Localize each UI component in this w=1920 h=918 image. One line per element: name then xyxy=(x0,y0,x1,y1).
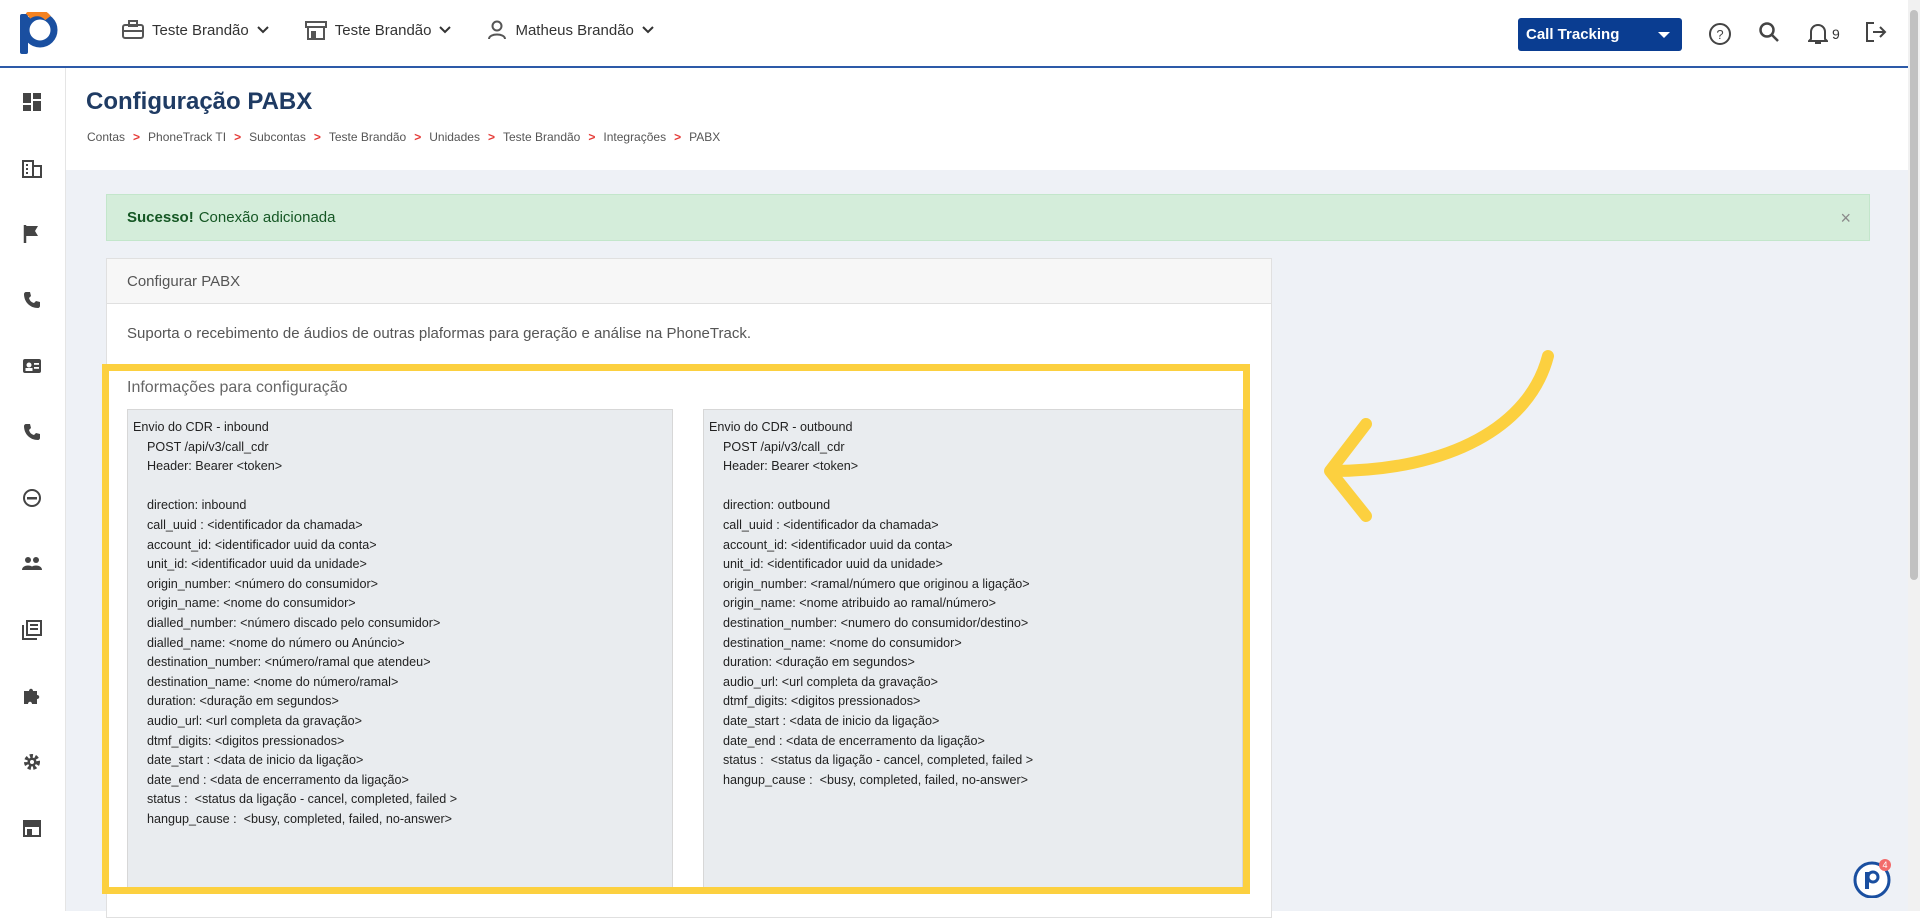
account-selector-label: Teste Brandão xyxy=(152,21,249,39)
chat-icon[interactable] xyxy=(22,488,42,508)
sidebar xyxy=(0,68,66,911)
outbound-config-textarea[interactable]: Envio do CDR - outbound POST /api/v3/cal… xyxy=(703,409,1243,894)
inbound-config-textarea[interactable]: Envio do CDR - inbound POST /api/v3/call… xyxy=(127,409,673,894)
people-icon[interactable] xyxy=(22,554,42,574)
store-icon[interactable] xyxy=(22,818,42,838)
breadcrumb-item-contas[interactable]: Contas xyxy=(87,130,125,144)
user-icon xyxy=(488,20,507,40)
phone-icon[interactable] xyxy=(22,290,42,310)
user-menu[interactable]: Matheus Brandão xyxy=(487,20,654,40)
scrollbar-thumb[interactable] xyxy=(1910,10,1918,580)
annotation-arrow-icon xyxy=(1324,350,1554,522)
chevron-down-icon xyxy=(257,26,269,34)
breadcrumb-item-integracoes[interactable]: Integrações xyxy=(603,130,666,144)
unit-selector[interactable]: Teste Brandão xyxy=(304,20,452,40)
phonetrack-logo[interactable] xyxy=(18,12,58,56)
alert-message: Conexão adicionada xyxy=(198,209,336,226)
pabx-config-card: Configurar PABX Suporta o recebimento de… xyxy=(106,258,1272,918)
gear-icon[interactable] xyxy=(22,752,42,772)
caret-down-icon xyxy=(1658,32,1670,38)
help-badge-count: 4 xyxy=(1882,860,1887,870)
product-select[interactable]: Call Tracking xyxy=(1518,18,1682,51)
chevron-down-icon xyxy=(642,26,654,34)
card-header: Configurar PABX xyxy=(107,259,1271,304)
user-menu-label: Matheus Brandão xyxy=(515,21,634,39)
briefcase-icon xyxy=(122,20,144,39)
breadcrumb-item-subcontas[interactable]: Subcontas xyxy=(249,130,306,144)
close-icon[interactable]: × xyxy=(1840,208,1851,229)
phone-icon[interactable] xyxy=(22,422,42,442)
info-section-title: Informações para configuração xyxy=(127,379,348,396)
breadcrumb-separator: > xyxy=(414,130,422,144)
breadcrumb-separator: > xyxy=(588,130,596,144)
unit-selector-label: Teste Brandão xyxy=(334,21,432,39)
breadcrumb-separator: > xyxy=(313,130,321,144)
breadcrumb-item-unidades[interactable]: Unidades xyxy=(429,130,480,144)
puzzle-icon[interactable] xyxy=(22,686,42,706)
breadcrumb-item-subaccount[interactable]: Teste Brandão xyxy=(329,130,406,144)
library-icon[interactable] xyxy=(22,620,42,640)
product-select-label: Call Tracking xyxy=(1526,26,1620,43)
notification-count: 9 xyxy=(1832,26,1840,42)
breadcrumb-separator: > xyxy=(487,130,495,144)
contact-card-icon[interactable] xyxy=(22,356,42,376)
search-icon[interactable] xyxy=(1758,21,1780,43)
breadcrumb-separator: > xyxy=(234,130,242,144)
breadcrumb-item-unit[interactable]: Teste Brandão xyxy=(503,130,580,144)
alert-strong: Sucesso! xyxy=(127,209,194,226)
bell-icon[interactable] xyxy=(1808,23,1828,45)
svg-text:?: ? xyxy=(1716,27,1723,42)
flag-icon[interactable] xyxy=(22,224,42,244)
main-content: Sucesso! Conexão adicionada × Configurar… xyxy=(66,170,1908,918)
success-alert: Sucesso! Conexão adicionada × xyxy=(106,194,1870,241)
page-scrollbar[interactable] xyxy=(1908,0,1920,911)
breadcrumb-item-phonetrack[interactable]: PhoneTrack TI xyxy=(148,130,226,144)
breadcrumb-item-pabx: PABX xyxy=(689,130,721,144)
help-chat-button[interactable]: 4 xyxy=(1852,858,1892,898)
breadcrumb: Contas > PhoneTrack TI > Subcontas > Tes… xyxy=(87,130,720,144)
breadcrumb-separator: > xyxy=(133,130,141,144)
dashboard-icon[interactable] xyxy=(22,92,42,112)
page-title: Configuração PABX xyxy=(86,88,313,115)
breadcrumb-separator: > xyxy=(674,130,682,144)
logout-icon[interactable] xyxy=(1864,20,1888,44)
top-bar: Teste Brandão Teste Brandão Matheus Bran… xyxy=(0,0,1920,68)
chevron-down-icon xyxy=(439,26,452,34)
account-selector[interactable]: Teste Brandão xyxy=(122,20,269,40)
building-icon[interactable] xyxy=(22,158,42,178)
page-header: Configuração PABX Contas > PhoneTrack TI… xyxy=(66,68,1908,170)
card-description: Suporta o recebimento de áudios de outra… xyxy=(127,325,751,342)
help-icon[interactable]: ? xyxy=(1708,22,1732,46)
store-icon xyxy=(304,21,327,40)
